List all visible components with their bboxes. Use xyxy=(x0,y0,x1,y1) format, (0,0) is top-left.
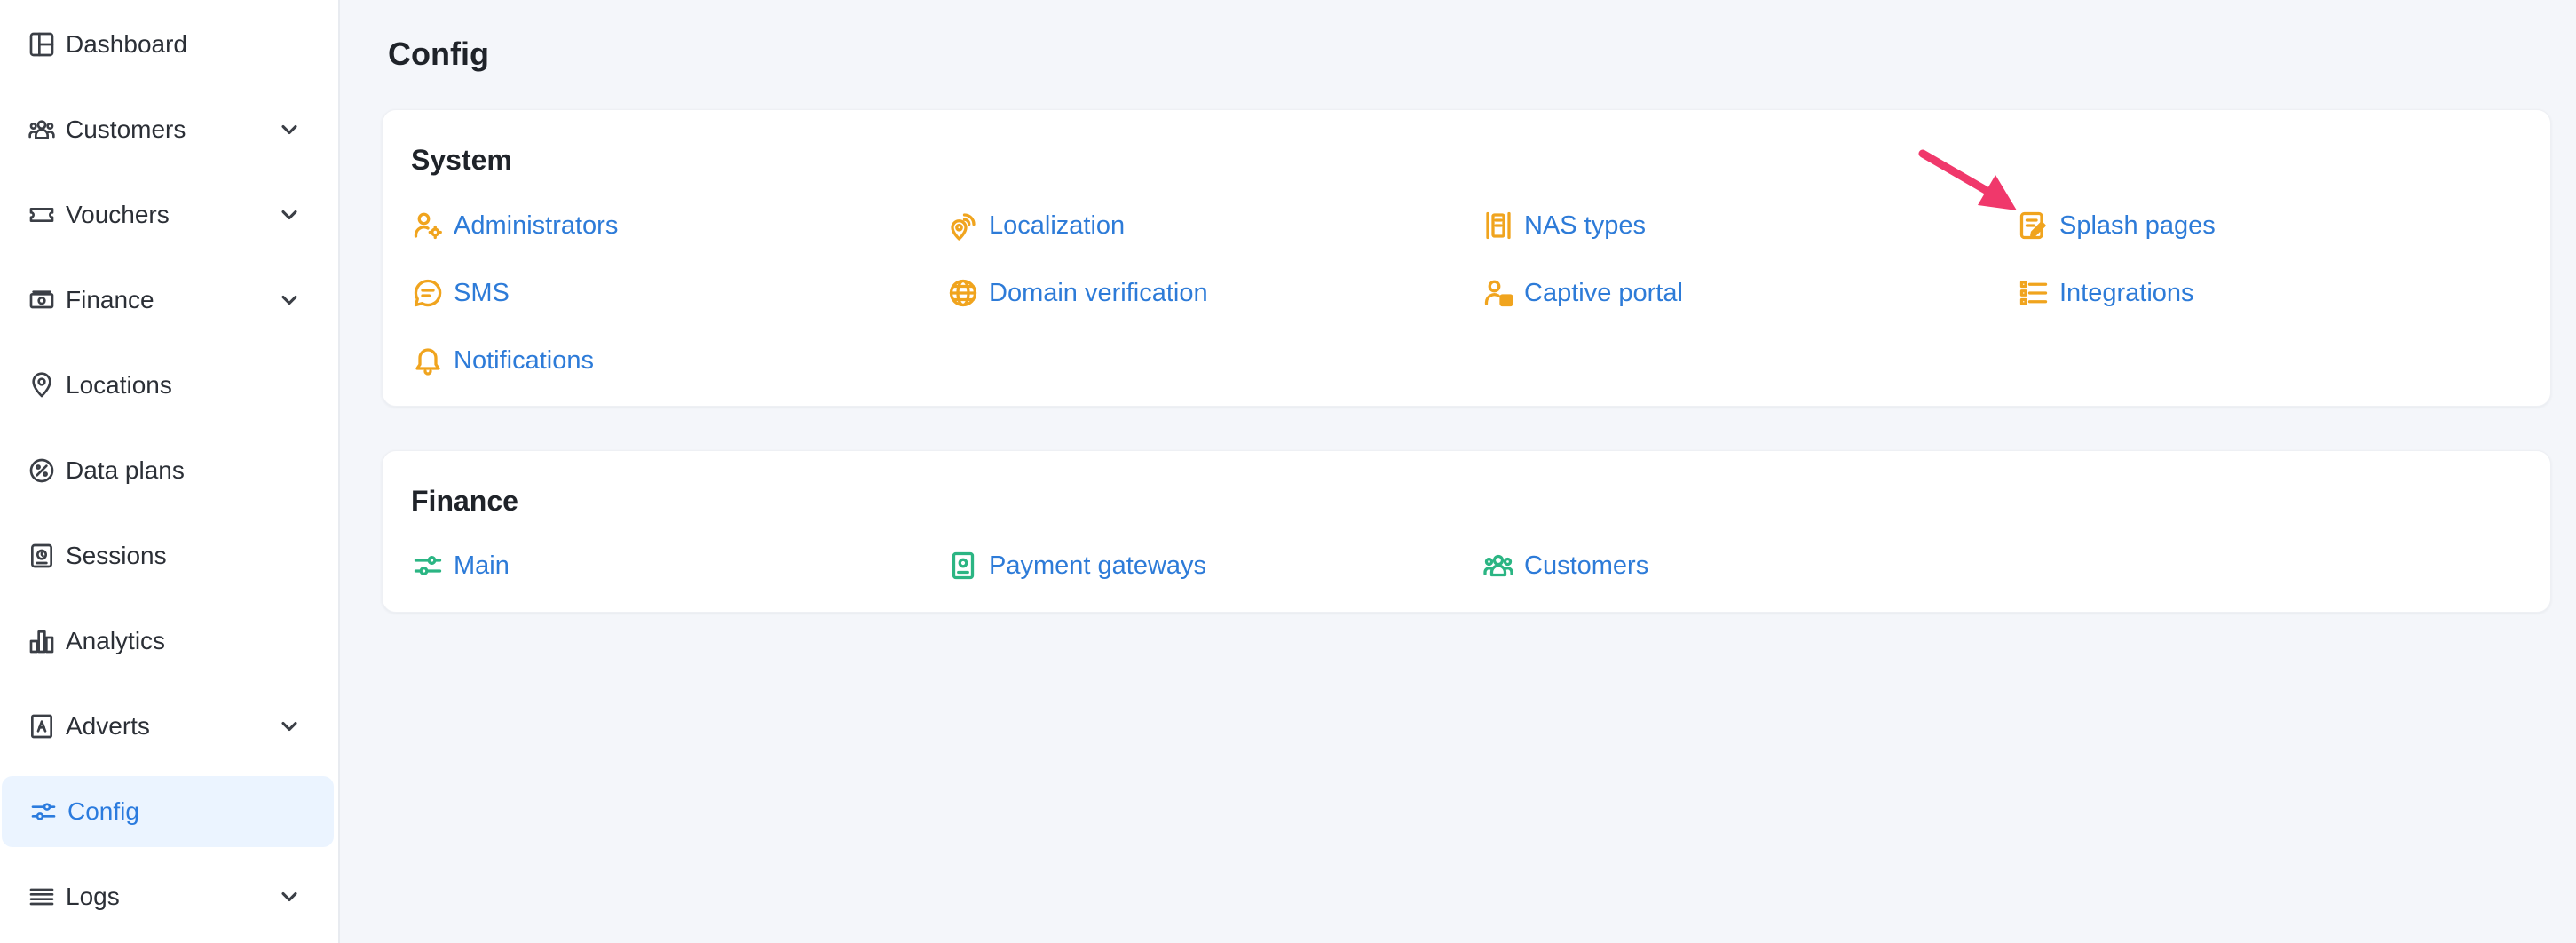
splash-pages-link[interactable]: Splash pages xyxy=(2017,206,2216,245)
voucher-icon xyxy=(27,200,57,230)
sidebar-item-label: Analytics xyxy=(66,627,166,654)
system-card-title: System xyxy=(411,144,512,176)
sidebar-item-label: Locations xyxy=(66,371,172,399)
sms-icon xyxy=(411,276,445,310)
nas-types-icon xyxy=(1482,209,1515,242)
sidebar-item-sessions[interactable]: Sessions xyxy=(0,520,332,591)
admin-icon xyxy=(411,209,445,242)
finance-main-link[interactable]: Main xyxy=(411,546,510,585)
analytics-icon xyxy=(27,626,57,656)
customers-icon xyxy=(27,115,57,145)
data-plans-icon xyxy=(27,456,57,486)
sidebar: Dashboard Customers Vouchers Finance Loc… xyxy=(0,0,340,943)
localization-link[interactable]: Localization xyxy=(946,206,1125,245)
customers-icon xyxy=(1482,549,1515,582)
sidebar-item-adverts[interactable]: Adverts xyxy=(0,691,332,762)
sidebar-item-label: Logs xyxy=(66,883,120,910)
sidebar-item-locations[interactable]: Locations xyxy=(0,350,332,421)
chevron-down-icon[interactable] xyxy=(277,884,302,909)
sidebar-item-label: Sessions xyxy=(66,542,167,569)
sidebar-item-label: Data plans xyxy=(66,456,185,484)
sliders-icon xyxy=(28,796,59,827)
sliders-icon xyxy=(411,549,445,582)
sidebar-item-label: Config xyxy=(67,797,139,825)
sidebar-item-logs[interactable]: Logs xyxy=(0,861,332,932)
adverts-icon xyxy=(27,711,57,741)
sms-link[interactable]: SMS xyxy=(411,273,510,313)
localization-icon xyxy=(946,209,980,242)
finance-customers-link[interactable]: Customers xyxy=(1482,546,1648,585)
notifications-link[interactable]: Notifications xyxy=(411,341,594,380)
payment-gateways-link[interactable]: Payment gateways xyxy=(946,546,1206,585)
payment-gateways-icon xyxy=(946,549,980,582)
chevron-down-icon[interactable] xyxy=(277,117,302,142)
sidebar-item-label: Finance xyxy=(66,286,154,313)
administrators-link[interactable]: Administrators xyxy=(411,206,618,245)
page-title: Config xyxy=(388,36,489,72)
sessions-icon xyxy=(27,541,57,571)
sidebar-item-label: Adverts xyxy=(66,712,150,740)
logs-icon xyxy=(27,882,57,912)
annotation-arrow-icon xyxy=(1918,149,2017,210)
finance-card: Finance Main Payment gateways Customers xyxy=(382,450,2551,613)
chevron-down-icon[interactable] xyxy=(277,288,302,313)
system-card: System Administrators Localization NAS t… xyxy=(382,109,2551,407)
domain-verification-link[interactable]: Domain verification xyxy=(946,273,1208,313)
sidebar-item-label: Customers xyxy=(66,115,186,143)
chevron-down-icon[interactable] xyxy=(277,202,302,227)
location-pin-icon xyxy=(27,370,57,400)
integrations-link[interactable]: Integrations xyxy=(2017,273,2194,313)
globe-icon xyxy=(946,276,980,310)
finance-icon xyxy=(27,285,57,315)
sidebar-item-label: Dashboard xyxy=(66,30,187,58)
nas-types-link[interactable]: NAS types xyxy=(1482,206,1646,245)
sidebar-item-customers[interactable]: Customers xyxy=(0,94,332,165)
dashboard-icon xyxy=(27,29,57,59)
bell-icon xyxy=(411,344,445,377)
integrations-icon xyxy=(2017,276,2051,310)
captive-portal-link[interactable]: Captive portal xyxy=(1482,273,1683,313)
sidebar-item-dashboard[interactable]: Dashboard xyxy=(0,9,332,80)
sidebar-item-label: Vouchers xyxy=(66,201,170,228)
sidebar-item-data-plans[interactable]: Data plans xyxy=(0,435,332,506)
captive-portal-icon xyxy=(1482,276,1515,310)
chevron-down-icon[interactable] xyxy=(277,714,302,739)
sidebar-item-vouchers[interactable]: Vouchers xyxy=(0,179,332,250)
sidebar-item-analytics[interactable]: Analytics xyxy=(0,606,332,677)
finance-card-title: Finance xyxy=(411,485,518,517)
sidebar-item-config[interactable]: Config xyxy=(2,776,334,847)
sidebar-item-finance[interactable]: Finance xyxy=(0,265,332,336)
